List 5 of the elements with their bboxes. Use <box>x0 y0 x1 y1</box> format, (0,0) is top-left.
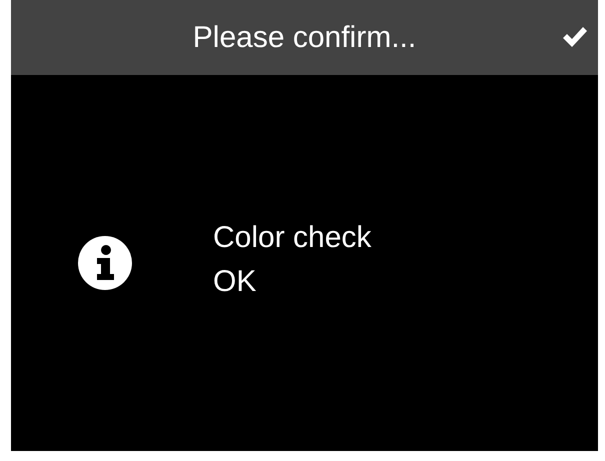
info-icon <box>77 235 133 291</box>
window-title: Please confirm... <box>192 20 416 54</box>
checkmark-icon[interactable] <box>562 26 588 48</box>
message-line: OK <box>213 264 258 300</box>
message-line: Color check <box>213 220 372 256</box>
